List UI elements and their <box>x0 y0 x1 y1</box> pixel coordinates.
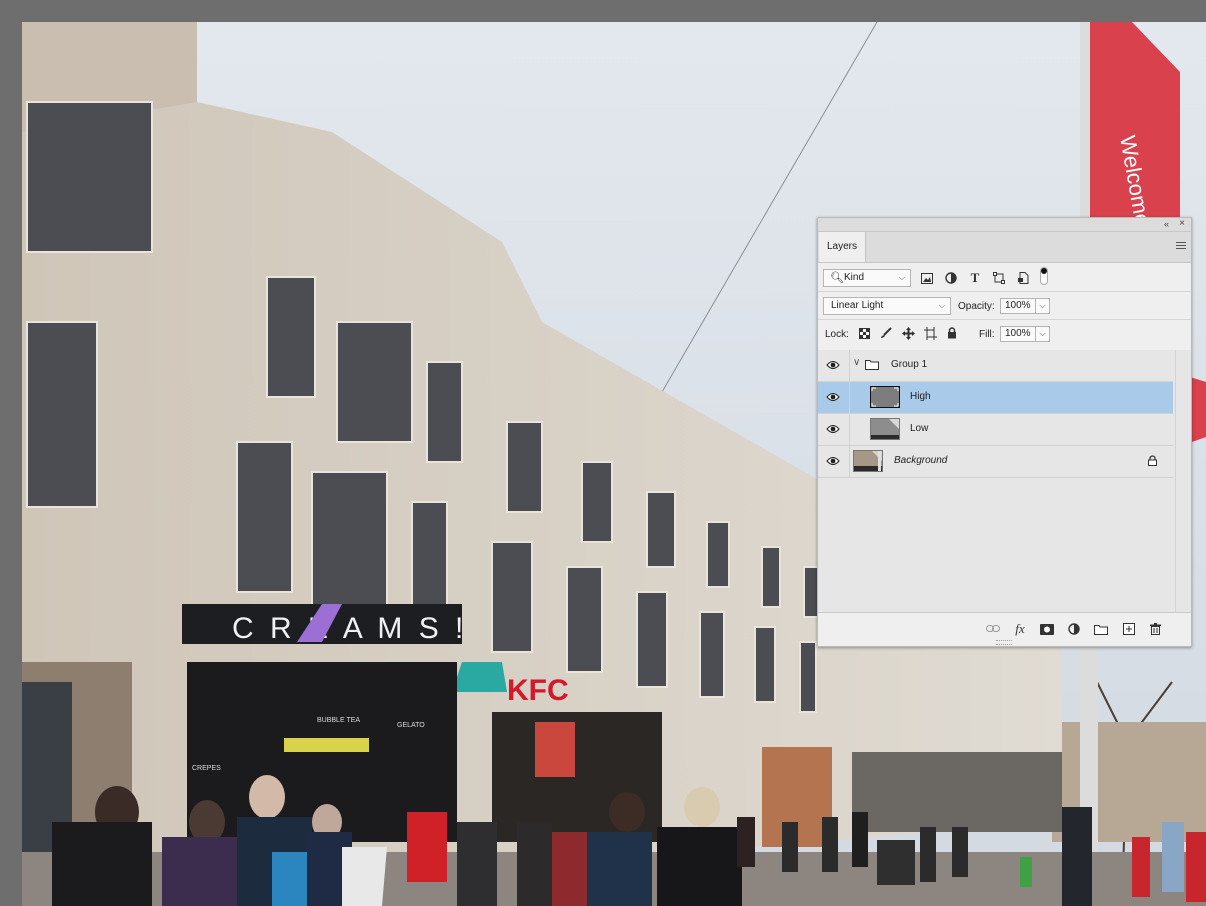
layer-name: Low <box>910 423 929 434</box>
folder-icon <box>865 360 879 370</box>
panel-menu-icon[interactable] <box>1176 242 1186 251</box>
layer-row-high[interactable]: High <box>818 382 1173 414</box>
panel-footer: fx <box>818 612 1191 646</box>
creams-sign-text: C R E A M S ! <box>232 612 467 645</box>
fill-input[interactable]: 100% <box>1000 326 1036 342</box>
separator <box>818 319 1191 320</box>
eye-icon[interactable] <box>826 455 840 467</box>
opacity-label: Opacity: <box>958 301 995 312</box>
divider <box>849 446 850 477</box>
tab-layers[interactable]: Layers <box>819 232 866 262</box>
chevron-down-icon: ⌵ <box>898 273 905 282</box>
add-mask-icon[interactable] <box>1039 621 1055 637</box>
new-group-icon[interactable] <box>1093 621 1109 637</box>
layers-scrollbar[interactable] <box>1175 350 1190 612</box>
divider <box>849 350 850 381</box>
pixel-filter-icon[interactable] <box>919 270 935 286</box>
lock-all-icon[interactable] <box>944 325 960 341</box>
blend-mode-select[interactable]: Linear Light ⌵ <box>823 297 951 315</box>
shop-neon <box>284 738 369 752</box>
lock-image-pixels-icon[interactable] <box>878 325 894 341</box>
delete-layer-icon[interactable] <box>1147 621 1163 637</box>
panel-tab-row: Layers <box>818 232 1191 263</box>
fill-label: Fill: <box>979 329 995 340</box>
lock-position-icon[interactable] <box>900 325 916 341</box>
filter-toggle-icon[interactable] <box>1036 267 1052 285</box>
layers-list: ∨ Group 1 High Low Background <box>818 350 1191 612</box>
adjustment-filter-icon[interactable] <box>943 270 959 286</box>
divider <box>849 414 850 445</box>
chevron-down-icon: ⌵ <box>938 301 945 310</box>
layers-panel: « × Layers 🔍︎ Kind ⌵ T Linear Light ⌵ Op… <box>817 217 1192 647</box>
layer-name: Group 1 <box>891 359 928 370</box>
lock-transparent-pixels-icon[interactable] <box>856 325 872 341</box>
lock-artboard-icon[interactable] <box>922 325 938 341</box>
opacity-chevron-icon[interactable]: ⌵ <box>1036 298 1050 314</box>
fill-chevron-icon[interactable]: ⌵ <box>1036 326 1050 342</box>
divider <box>849 382 850 413</box>
lock-label: Lock: <box>825 329 849 340</box>
sign-bubble-tea: BUBBLE TEA <box>317 717 360 724</box>
layer-thumbnail <box>870 386 900 408</box>
shape-filter-icon[interactable] <box>991 270 1007 286</box>
layer-thumbnail <box>870 418 900 440</box>
type-filter-icon[interactable]: T <box>967 270 983 286</box>
kfc-poster <box>535 722 575 777</box>
layer-row-group-1[interactable]: ∨ Group 1 <box>818 350 1173 382</box>
kfc-sign-text: KFC <box>507 674 569 707</box>
resize-grip[interactable] <box>996 640 1012 645</box>
search-icon: 🔍︎ <box>830 272 844 284</box>
sign-gelato: GELATO <box>397 722 425 729</box>
panel-title-bar[interactable]: « × <box>818 218 1191 232</box>
fx-icon[interactable]: fx <box>1012 621 1028 637</box>
layer-name: Background <box>894 455 948 466</box>
chevron-down-icon[interactable]: ∨ <box>853 357 860 368</box>
sign-crepes: CREPES <box>192 765 221 772</box>
banner-edge <box>1190 377 1206 442</box>
smart-object-filter-icon[interactable] <box>1015 270 1031 286</box>
eye-icon[interactable] <box>826 359 840 371</box>
close-panel-icon[interactable]: × <box>1179 218 1185 229</box>
layer-row-low[interactable]: Low <box>818 414 1173 446</box>
new-layer-icon[interactable] <box>1121 621 1137 637</box>
filter-kind-label: Kind <box>844 272 865 283</box>
opacity-input[interactable]: 100% <box>1000 298 1036 314</box>
eye-icon[interactable] <box>826 391 840 403</box>
adjustment-layer-icon[interactable] <box>1066 621 1082 637</box>
link-layers-icon[interactable] <box>985 621 1001 637</box>
eye-icon[interactable] <box>826 423 840 435</box>
collapse-panel-icon[interactable]: « <box>1164 219 1169 229</box>
layer-row-background[interactable]: Background <box>818 446 1173 478</box>
blend-mode-value: Linear Light <box>831 300 884 311</box>
layer-name: High <box>910 391 931 402</box>
storefronts-right <box>852 752 1062 832</box>
layer-thumbnail <box>853 450 883 472</box>
separator <box>818 291 1191 292</box>
filter-kind-select[interactable]: 🔍︎ Kind ⌵ <box>823 269 911 287</box>
lock-icon <box>1148 455 1157 466</box>
